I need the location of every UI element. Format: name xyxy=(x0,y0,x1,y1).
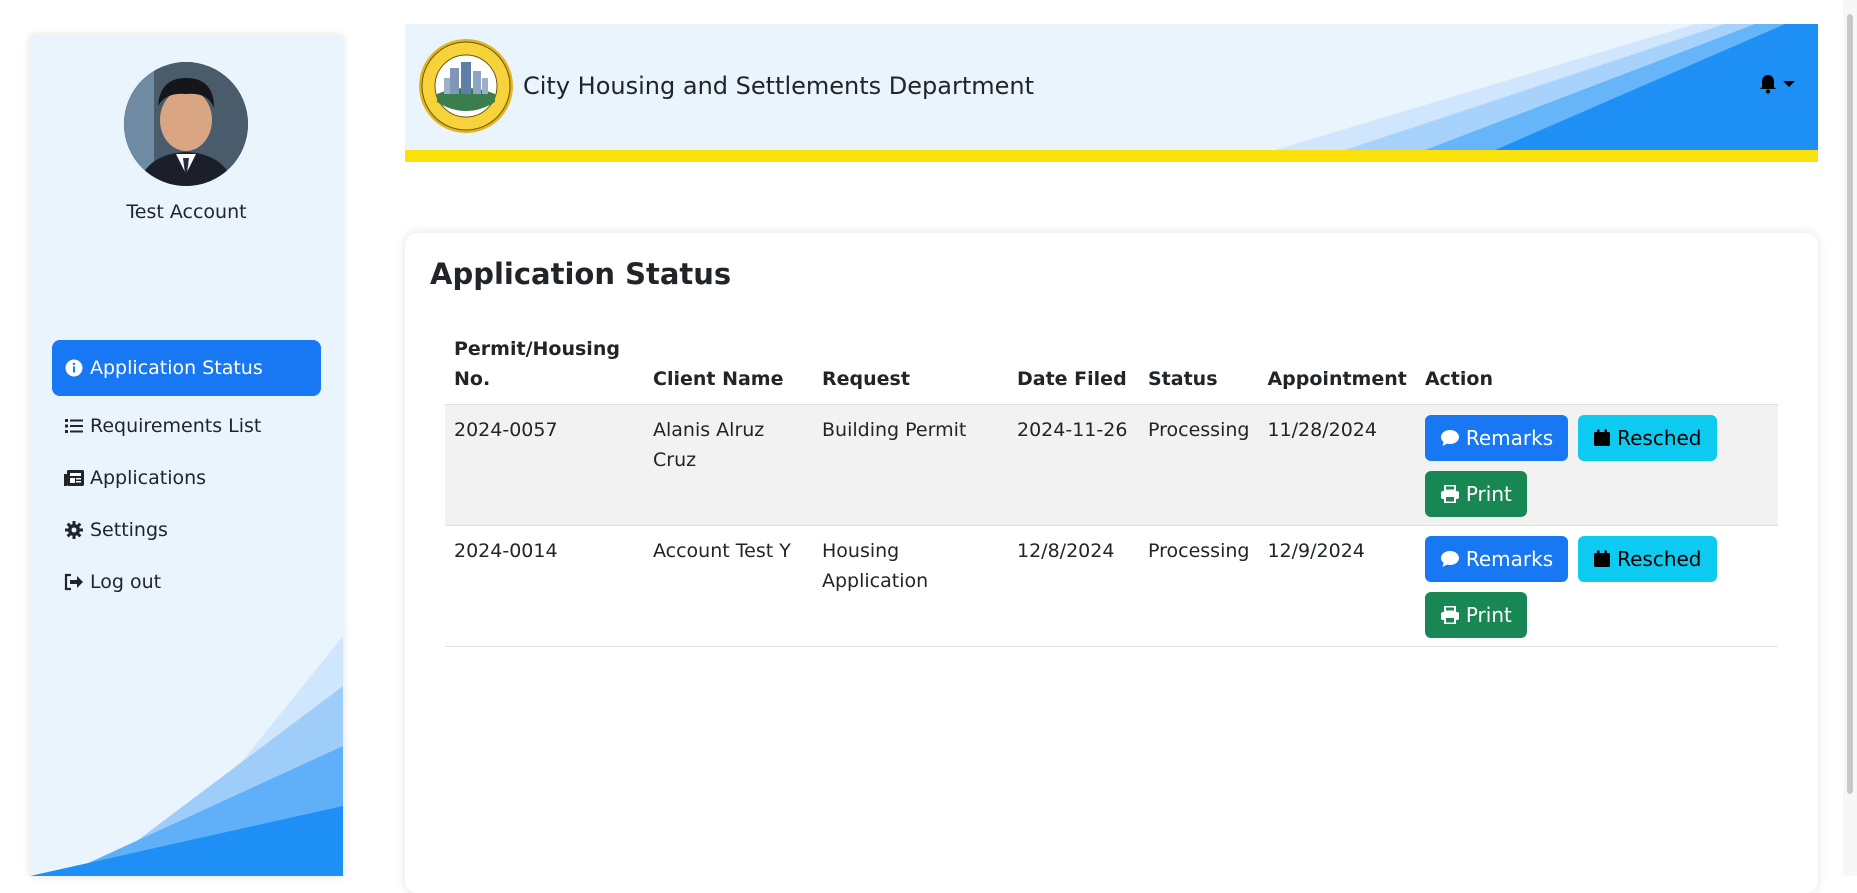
caret-down-icon xyxy=(1783,81,1795,87)
info-circle-icon xyxy=(64,358,84,378)
page-title: Application Status xyxy=(430,257,732,291)
table-header-row: Permit/Housing No. Client Name Request D… xyxy=(445,330,1778,405)
page-scrollbar[interactable] xyxy=(1843,0,1857,876)
request-type: Housing Application xyxy=(813,525,1008,647)
sidebar-wave-decoration xyxy=(30,636,343,876)
action-cell: Remarks Resched Print xyxy=(1415,404,1778,526)
sidebar: Test Account Application Status Requirem… xyxy=(30,35,343,876)
column-header: Client Name xyxy=(644,330,813,405)
appointment: 12/9/2024 xyxy=(1258,525,1416,647)
permit-number: 2024-0014 xyxy=(445,525,644,647)
sidebar-item-applications[interactable]: Applications xyxy=(52,452,321,504)
remarks-button[interactable]: Remarks xyxy=(1424,536,1569,582)
status: Processing xyxy=(1139,525,1259,647)
print-label: Print xyxy=(1465,603,1512,627)
action-cell: Remarks Resched Print xyxy=(1415,525,1778,647)
print-button[interactable]: Print xyxy=(1424,592,1527,638)
bell-icon xyxy=(1760,75,1776,94)
comment-icon xyxy=(1440,550,1460,568)
department-logo xyxy=(418,38,514,134)
list-icon xyxy=(64,416,84,436)
request-type: Building Permit xyxy=(813,404,1008,526)
resched-label: Resched xyxy=(1617,547,1702,571)
calendar-icon xyxy=(1593,429,1611,447)
resched-button[interactable]: Resched xyxy=(1578,415,1717,461)
appointment: 11/28/2024 xyxy=(1258,404,1416,526)
remarks-button[interactable]: Remarks xyxy=(1424,415,1569,461)
sidebar-item-label: Settings xyxy=(90,519,168,541)
client-name: Alanis Alruz Cruz xyxy=(644,404,813,526)
applications-table: Permit/Housing No. Client Name Request D… xyxy=(445,330,1778,647)
status: Processing xyxy=(1139,404,1259,526)
print-button[interactable]: Print xyxy=(1424,471,1527,517)
gear-icon xyxy=(64,520,84,540)
date-filed: 2024-11-26 xyxy=(1008,404,1139,526)
calendar-icon xyxy=(1593,550,1611,568)
column-header: Request xyxy=(813,330,1008,405)
notifications-dropdown[interactable] xyxy=(1758,74,1796,94)
department-title: City Housing and Settlements Department xyxy=(523,72,1035,100)
client-name: Account Test Y xyxy=(644,525,813,647)
sidebar-item-label: Log out xyxy=(90,571,162,593)
header-banner: City Housing and Settlements Department xyxy=(405,24,1818,150)
printer-icon xyxy=(1440,485,1460,503)
avatar xyxy=(124,62,248,186)
printer-icon xyxy=(1440,606,1460,624)
user-name: Test Account xyxy=(126,201,247,223)
sidebar-item-label: Requirements List xyxy=(90,415,262,437)
scrollbar-thumb[interactable] xyxy=(1847,14,1853,794)
column-header: Action xyxy=(1415,330,1778,405)
sign-out-icon xyxy=(64,572,84,592)
newspaper-icon xyxy=(64,468,84,488)
date-filed: 12/8/2024 xyxy=(1008,525,1139,647)
sidebar-nav: Application Status Requirements List App… xyxy=(52,340,321,608)
remarks-label: Remarks xyxy=(1465,547,1554,571)
table-row: 2024-0057 Alanis Alruz Cruz Building Per… xyxy=(445,404,1778,526)
sidebar-item-application-status[interactable]: Application Status xyxy=(52,340,321,396)
print-label: Print xyxy=(1465,482,1512,506)
table-row: 2024-0014 Account Test Y Housing Applica… xyxy=(445,525,1778,647)
header-yellow-stripe xyxy=(405,150,1818,162)
application-status-card: Application Status Permit/Housing No. Cl… xyxy=(405,233,1818,893)
column-header: Appointment xyxy=(1258,330,1416,405)
sidebar-item-label: Applications xyxy=(90,467,207,489)
column-header: Status xyxy=(1139,330,1259,405)
permit-number: 2024-0057 xyxy=(445,404,644,526)
resched-button[interactable]: Resched xyxy=(1578,536,1717,582)
sidebar-item-requirements-list[interactable]: Requirements List xyxy=(52,400,321,452)
resched-label: Resched xyxy=(1617,426,1702,450)
sidebar-item-label: Application Status xyxy=(90,357,263,379)
column-header: Permit/Housing No. xyxy=(445,330,644,405)
sidebar-item-settings[interactable]: Settings xyxy=(52,504,321,556)
sidebar-item-log-out[interactable]: Log out xyxy=(52,556,321,608)
column-header: Date Filed xyxy=(1008,330,1139,405)
comment-icon xyxy=(1440,429,1460,447)
remarks-label: Remarks xyxy=(1465,426,1554,450)
